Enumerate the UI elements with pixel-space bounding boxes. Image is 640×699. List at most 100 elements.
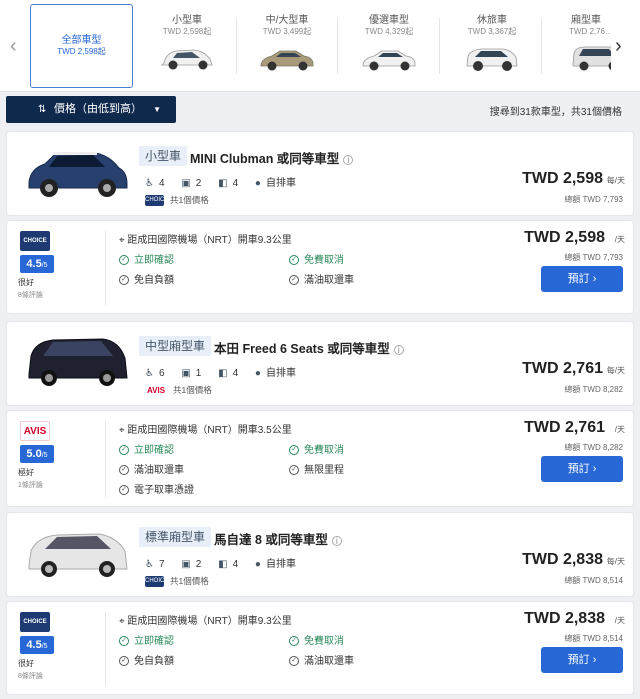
suitcase-icon: ▣ xyxy=(181,368,191,379)
car-thumbnail xyxy=(466,48,518,71)
sort-dropdown[interactable]: ⇅ 價格（由低到高） ▼ xyxy=(6,96,176,123)
category-bar: ‹ 全部車型 TWD 2,598起 小型車 TWD 2,598起 中/大型車 T… xyxy=(0,0,640,92)
total-price: 總額 TWD 8,514 xyxy=(564,634,623,643)
book-button[interactable]: 預訂 › xyxy=(541,647,623,673)
review-count[interactable]: 1條評論 xyxy=(18,480,43,490)
transmission-label: 自排車 xyxy=(265,368,296,379)
seats-spec: ♿ 7 xyxy=(145,559,165,570)
feature-label: 電子取車憑證 xyxy=(134,485,194,496)
offer-card[interactable]: CHOICE 4.5/5 很好 8條評論 ⌖ 距成田國際機場（NRT）開車9.3… xyxy=(6,220,634,314)
transmission-label: 自排車 xyxy=(265,178,296,189)
feature-e-voucher: ✓ 電子取車憑證 xyxy=(119,481,194,496)
category-label: 廂型車 xyxy=(571,15,601,26)
car-model[interactable]: MINI Clubman 或同等車型 i xyxy=(190,148,354,167)
doors-count: 4 xyxy=(232,178,239,189)
provider-summary: CHOICE 共1個價格 xyxy=(145,194,209,207)
feature-label: 免自負額 xyxy=(134,275,174,286)
category-suv[interactable]: 休旅車 TWD 3,367起 xyxy=(450,4,534,88)
feature-label: 免費取消 xyxy=(304,445,344,456)
category-midsize[interactable]: 中/大型車 TWD 3,499起 xyxy=(245,4,329,88)
car-model-name: 馬自達 8 或同等車型 xyxy=(214,533,328,547)
chevron-right-icon: › xyxy=(592,273,597,285)
review-count[interactable]: 8條評論 xyxy=(18,290,43,300)
category-all[interactable]: 全部車型 TWD 2,598起 xyxy=(30,4,133,88)
category-premium[interactable]: 優選車型 TWD 4,329起 xyxy=(347,4,431,88)
feature-label: 免費取消 xyxy=(304,636,344,647)
car-card[interactable]: 小型車 MINI Clubman 或同等車型 i ♿ 4 ▣ 2 ◧ 4 ● 自排車 CH… xyxy=(6,131,634,216)
category-van[interactable]: 廂型車 TWD 2,76… xyxy=(551,4,611,88)
car-specs: ♿ 4 ▣ 2 ◧ 4 ● 自排車 xyxy=(145,174,310,189)
chevron-right-icon: › xyxy=(592,463,597,475)
car-specs: ♿ 6 ▣ 1 ◧ 4 ● 自排車 xyxy=(145,364,310,379)
info-icon[interactable]: i xyxy=(331,536,342,547)
price-unit: 每/天 xyxy=(606,176,625,185)
chevron-right-icon[interactable]: › xyxy=(615,36,622,56)
book-label: 預訂 xyxy=(567,654,590,666)
feature-unlimited-mileage: ✓ 無限里程 xyxy=(289,461,344,476)
car-model[interactable]: 馬自達 8 或同等車型 i xyxy=(214,529,342,548)
info-icon[interactable]: i xyxy=(393,345,404,356)
check-icon: ✓ xyxy=(289,255,299,266)
small-bags-spec: ▣ 2 xyxy=(181,559,201,570)
divider xyxy=(541,18,542,74)
review-count[interactable]: 8條評論 xyxy=(18,671,43,681)
feature-label: 無限里程 xyxy=(304,465,344,476)
divider xyxy=(105,231,106,305)
check-icon: ✓ xyxy=(289,656,299,667)
doors-count: 4 xyxy=(232,368,239,379)
car-card[interactable]: 中型廂型車 本田 Freed 6 Seats 或同等車型 i ♿ 6 ▣ 1 ◧ 4 ●… xyxy=(6,321,634,406)
offer-card[interactable]: CHOICE 4.5/5 很好 8條評論 ⌖ 距成田國際機場（NRT）開車9.3… xyxy=(6,601,634,695)
offer-price: TWD 2,761 xyxy=(524,419,605,436)
offer-card[interactable]: AVIS 5.0/5 極好 1條評論 ⌖ 距成田國際機場（NRT）開車3.5公里… xyxy=(6,410,634,507)
divider xyxy=(236,18,237,74)
price-unit: 每/天 xyxy=(606,366,625,375)
chevron-right-icon: › xyxy=(592,654,597,666)
gear-icon: ● xyxy=(254,559,261,570)
book-button[interactable]: 預訂 › xyxy=(541,266,623,292)
book-label: 預訂 xyxy=(567,273,590,285)
car-card[interactable]: 標準廂型車 馬自達 8 或同等車型 i ♿ 7 ▣ 2 ◧ 4 ● 自排車 CHOICE 共… xyxy=(6,512,634,597)
feature-instant-confirm: ✓ 立即確認 xyxy=(119,632,174,647)
feature-label: 滿油取還車 xyxy=(304,656,354,667)
price-count: 共1個價格 xyxy=(170,576,209,586)
check-icon: ✓ xyxy=(119,465,129,476)
feature-full-to-full: ✓ 滿油取還車 xyxy=(289,652,354,667)
car-class-tag: 標準廂型車 xyxy=(139,527,212,547)
total-price: 總額 TWD 8,282 xyxy=(564,443,623,452)
chevron-left-icon[interactable]: ‹ xyxy=(10,36,17,56)
feature-full-to-full: ✓ 滿油取還車 xyxy=(119,461,184,476)
check-icon: ✓ xyxy=(119,636,129,647)
car-thumbnail xyxy=(572,46,611,71)
offer-price: TWD 2,838 xyxy=(524,610,605,627)
location-text: 距成田國際機場（NRT）開車9.3公里 xyxy=(127,616,292,627)
car-class-tag: 中型廂型車 xyxy=(139,336,212,356)
rating-text: 很好 xyxy=(18,659,34,668)
book-button[interactable]: 預訂 › xyxy=(541,456,623,482)
feature-instant-confirm: ✓ 立即確認 xyxy=(119,251,174,266)
supplier-logo: AVIS xyxy=(20,421,50,441)
category-compact[interactable]: 小型車 TWD 2,598起 xyxy=(145,4,229,88)
car-model[interactable]: 本田 Freed 6 Seats 或同等車型 i xyxy=(214,338,404,357)
small-bags-count: 2 xyxy=(195,178,202,189)
rating-text: 很好 xyxy=(18,278,34,287)
provider-summary: CHOICE 共1個價格 xyxy=(145,575,209,588)
total-price: 總額 TWD 8,514 xyxy=(564,576,623,585)
price-count: 共1個價格 xyxy=(170,195,209,205)
check-icon: ✓ xyxy=(289,636,299,647)
seats-count: 6 xyxy=(158,368,165,379)
car-model-name: MINI Clubman 或同等車型 xyxy=(190,152,340,166)
rating-score: 4.5 xyxy=(26,639,42,651)
total-price: 總額 TWD 7,793 xyxy=(564,253,623,262)
transmission-spec: ● 自排車 xyxy=(255,174,296,189)
rating-max: /5 xyxy=(41,643,48,650)
doors-spec: ◧ 4 xyxy=(218,178,238,189)
car-model-name: 本田 Freed 6 Seats 或同等車型 xyxy=(214,342,390,356)
seat-icon: ♿ xyxy=(145,559,154,570)
car-door-icon: ◧ xyxy=(218,559,228,570)
price-unit: 每/天 xyxy=(606,557,625,566)
car-image xyxy=(28,338,128,386)
pickup-location: ⌖ 距成田國際機場（NRT）開車9.3公里 xyxy=(119,231,292,246)
car-price: TWD 2,598 xyxy=(522,170,603,187)
info-icon[interactable]: i xyxy=(343,155,354,166)
car-thumbnail xyxy=(260,50,314,71)
